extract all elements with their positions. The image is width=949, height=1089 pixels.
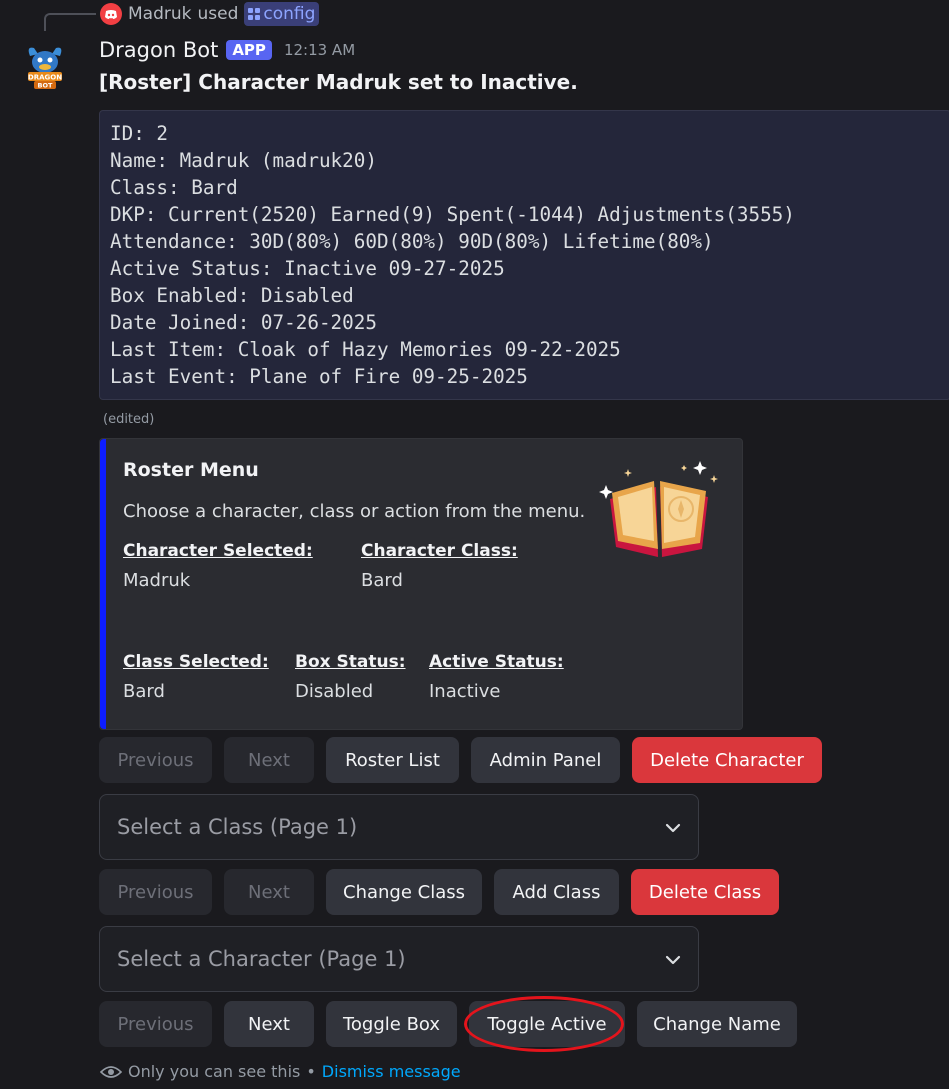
roster-menu-embed: Roster Menu Choose a character, class or… bbox=[99, 438, 743, 730]
class-select-dropdown[interactable]: Select a Class (Page 1) bbox=[99, 794, 699, 860]
code-line: Active Status: Inactive 09-27-2025 bbox=[110, 257, 505, 280]
embed-description: Choose a character, class or action from… bbox=[123, 501, 586, 522]
roster-next-button[interactable]: Next bbox=[224, 737, 314, 783]
delete-class-button[interactable]: Delete Class bbox=[631, 869, 779, 915]
eye-icon bbox=[100, 1065, 122, 1078]
embed-title: Roster Menu bbox=[123, 459, 259, 481]
message-header: Dragon Bot APP 12:13 AM bbox=[99, 38, 355, 62]
code-line: Date Joined: 07-26-2025 bbox=[110, 311, 377, 334]
chevron-down-icon bbox=[665, 955, 681, 965]
reply-used-text: used bbox=[197, 4, 239, 24]
message-timestamp: 12:13 AM bbox=[283, 41, 356, 59]
bot-avatar[interactable]: DRAGON BOT bbox=[22, 42, 68, 92]
dismiss-message-link[interactable]: Dismiss message bbox=[322, 1062, 461, 1081]
toggle-box-button[interactable]: Toggle Box bbox=[326, 1001, 457, 1047]
class-next-button[interactable]: Next bbox=[224, 869, 314, 915]
change-class-button[interactable]: Change Class bbox=[326, 869, 482, 915]
code-line: Last Item: Cloak of Hazy Memories 09-22-… bbox=[110, 338, 621, 361]
character-previous-button[interactable]: Previous bbox=[99, 1001, 212, 1047]
field-active-status-name: Active Status: bbox=[429, 652, 564, 672]
roster-previous-button[interactable]: Previous bbox=[99, 737, 212, 783]
add-class-button[interactable]: Add Class bbox=[494, 869, 619, 915]
code-line: Box Enabled: Disabled bbox=[110, 284, 354, 307]
chevron-down-icon bbox=[665, 823, 681, 833]
character-details-codeblock: ID: 2 Name: Madruk (madruk20) Class: Bard D… bbox=[99, 110, 949, 400]
field-box-status-name: Box Status: bbox=[295, 652, 406, 672]
code-line: Attendance: 30D(80%) 60D(80%) 90D(80%) L… bbox=[110, 230, 714, 253]
spellbook-icon bbox=[599, 461, 718, 557]
svg-text:BOT: BOT bbox=[38, 82, 53, 90]
class-previous-button[interactable]: Previous bbox=[99, 869, 212, 915]
character-next-button[interactable]: Next bbox=[224, 1001, 314, 1047]
reply-connector bbox=[44, 13, 96, 31]
ephemeral-footer: Only you can see this • Dismiss message bbox=[100, 1062, 461, 1081]
message-headline: [Roster] Character Madruk set to Inactiv… bbox=[99, 70, 578, 94]
command-icon bbox=[248, 8, 261, 20]
command-name: config bbox=[263, 4, 316, 24]
field-class-selected-value: Bard bbox=[123, 681, 165, 702]
code-line: Name: Madruk (madruk20) bbox=[110, 149, 377, 172]
reply-reference[interactable]: Madruk used config bbox=[100, 2, 320, 26]
field-active-status-value: Inactive bbox=[429, 681, 501, 702]
code-line: Last Event: Plane of Fire 09-25-2025 bbox=[110, 365, 528, 388]
field-character-selected-value: Madruk bbox=[123, 570, 191, 591]
field-character-class-value: Bard bbox=[361, 570, 403, 591]
character-select-placeholder: Select a Character (Page 1) bbox=[117, 947, 406, 971]
reply-username[interactable]: Madruk bbox=[128, 4, 191, 24]
code-line: ID: 2 bbox=[110, 122, 169, 145]
edited-label: (edited) bbox=[103, 412, 155, 427]
toggle-active-button[interactable]: Toggle Active bbox=[469, 1001, 625, 1047]
class-select-placeholder: Select a Class (Page 1) bbox=[117, 815, 358, 839]
admin-panel-button[interactable]: Admin Panel bbox=[471, 737, 620, 783]
roster-list-button[interactable]: Roster List bbox=[326, 737, 459, 783]
ephemeral-notice: Only you can see this bbox=[128, 1062, 301, 1081]
delete-character-button[interactable]: Delete Character bbox=[632, 737, 822, 783]
field-box-status-value: Disabled bbox=[295, 681, 374, 702]
field-class-selected-name: Class Selected: bbox=[123, 652, 269, 672]
code-line: Class: Bard bbox=[110, 176, 238, 199]
bot-name[interactable]: Dragon Bot bbox=[99, 38, 218, 62]
svg-text:DRAGON: DRAGON bbox=[28, 74, 62, 82]
discord-icon bbox=[100, 3, 122, 25]
field-character-class-name: Character Class: bbox=[361, 541, 518, 561]
embed-accent-bar bbox=[100, 439, 106, 729]
footer-separator: • bbox=[306, 1062, 316, 1081]
character-select-dropdown[interactable]: Select a Character (Page 1) bbox=[99, 926, 699, 992]
code-line: DKP: Current(2520) Earned(9) Spent(-1044… bbox=[110, 203, 795, 226]
command-mention[interactable]: config bbox=[244, 2, 320, 26]
field-character-selected-name: Character Selected: bbox=[123, 541, 313, 561]
change-name-button[interactable]: Change Name bbox=[637, 1001, 797, 1047]
app-badge: APP bbox=[226, 40, 272, 60]
